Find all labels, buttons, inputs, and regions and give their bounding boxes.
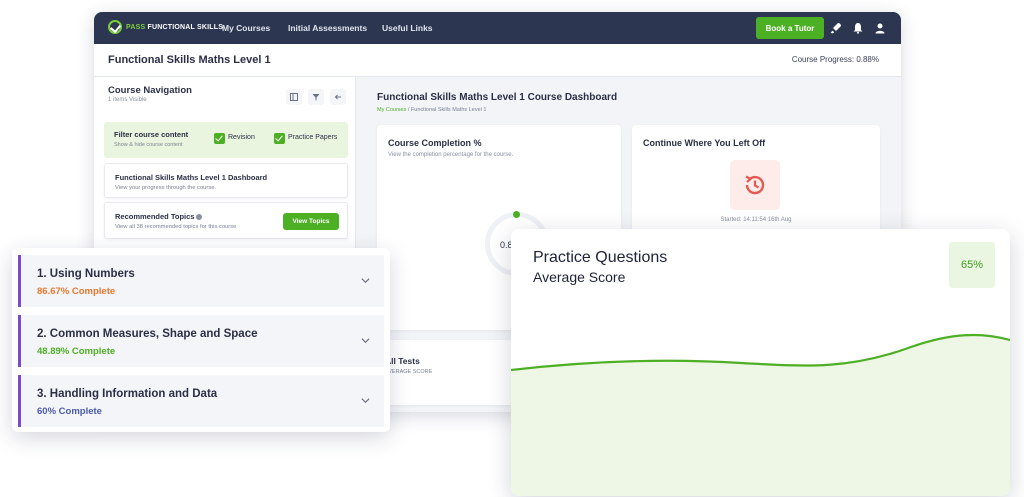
topic-common-measures[interactable]: 2. Common Measures, Shape and Space 48.8… (18, 315, 384, 367)
logo-text: PASS FUNCTIONAL SKILLS (126, 23, 224, 31)
filter-course-content: Filter course content Show & hide course… (104, 122, 348, 158)
practice-papers-checkbox[interactable] (274, 133, 285, 144)
layout-toggle-button[interactable] (286, 89, 302, 105)
all-tests-title: All Tests (385, 356, 420, 366)
rocket-icon[interactable] (830, 22, 842, 34)
bell-icon[interactable] (852, 22, 864, 34)
nav-link-my-courses[interactable]: My Courses (222, 23, 270, 33)
topic-handling-information[interactable]: 3. Handling Information and Data 60% Com… (18, 375, 384, 427)
topic-title: 2. Common Measures, Shape and Space (37, 328, 258, 340)
filter-icon (312, 94, 320, 101)
recommended-topics-title: Recommended Topics (115, 212, 203, 221)
sidebar-subtitle: 1 items Visible (108, 97, 147, 103)
history-icon (745, 175, 765, 195)
continue-title: Continue Where You Left Off (643, 138, 766, 148)
continue-panel[interactable]: Continue Where You Left Off Started: 14:… (632, 125, 880, 235)
topics-list: 1. Using Numbers 86.67% Complete 2. Comm… (12, 248, 390, 432)
view-topics-button[interactable]: View Topics (283, 213, 339, 230)
chevron-down-icon[interactable] (361, 396, 370, 405)
dashboard-nav-card[interactable]: Functional Skills Maths Level 1 Dashboar… (104, 163, 348, 198)
chevron-down-icon[interactable] (361, 336, 370, 345)
practice-questions-card: Practice Questions Average Score 65% (511, 229, 1010, 496)
history-button[interactable] (730, 160, 780, 210)
all-tests-subtitle: AVERAGE SCORE (385, 369, 433, 375)
course-title: Functional Skills Maths Level 1 (108, 54, 271, 66)
practice-papers-label: Practice Papers (288, 134, 338, 141)
continue-started: Started: 14:11:54 16th Aug (720, 217, 792, 223)
topic-title: 3. Handling Information and Data (37, 388, 218, 400)
course-header: Functional Skills Maths Level 1 Course P… (94, 44, 901, 77)
breadcrumb-my-courses[interactable]: My Courses (377, 107, 406, 113)
filter-subtitle: Show & hide course content (114, 142, 183, 148)
recommended-topics-card: Recommended Topics View all 38 recommend… (104, 202, 348, 239)
info-icon (196, 214, 203, 221)
practice-subtitle: Average Score (533, 269, 626, 285)
breadcrumb: My Courses / Functional Skills Maths Lev… (377, 107, 487, 113)
score-area (511, 334, 1010, 496)
course-progress: Course Progress: 0.88% (791, 55, 879, 64)
completion-ring-progress (513, 211, 520, 218)
completion-subtitle: View the completion percentage for the c… (388, 152, 514, 158)
sidebar-title: Course Navigation (108, 85, 192, 96)
practice-title: Practice Questions (533, 249, 668, 266)
arrow-left-icon (334, 94, 341, 100)
topic-title: 1. Using Numbers (37, 268, 135, 280)
practice-score-badge: 65% (949, 242, 995, 288)
nav-link-useful-links[interactable]: Useful Links (382, 23, 433, 33)
book-tutor-button[interactable]: Book a Tutor (756, 17, 824, 39)
dashboard-card-title: Functional Skills Maths Level 1 Dashboar… (115, 173, 268, 182)
logo[interactable]: PASS FUNCTIONAL SKILLS (108, 20, 223, 34)
top-navbar: PASS FUNCTIONAL SKILLS My Courses Initia… (94, 12, 901, 44)
completion-title: Course Completion % (388, 138, 482, 148)
revision-checkbox[interactable] (214, 133, 225, 144)
dashboard-title: Functional Skills Maths Level 1 Course D… (377, 92, 618, 103)
nav-link-initial-assessments[interactable]: Initial Assessments (288, 23, 367, 33)
dashboard-card-subtitle: View your progress through the course. (115, 185, 217, 191)
revision-label: Revision (228, 134, 255, 141)
collapse-sidebar-button[interactable] (330, 89, 346, 105)
filter-title: Filter course content (114, 130, 189, 139)
filter-button[interactable] (308, 89, 324, 105)
logo-mark-icon (108, 20, 122, 34)
topic-status: 48.89% Complete (37, 346, 116, 357)
topic-status: 86.67% Complete (37, 286, 116, 297)
recommended-topics-subtitle: View all 38 recommended topics for this … (115, 224, 237, 230)
chevron-down-icon[interactable] (361, 276, 370, 285)
user-icon[interactable] (874, 22, 886, 34)
topic-using-numbers[interactable]: 1. Using Numbers 86.67% Complete (18, 255, 384, 307)
layout-icon (290, 93, 298, 101)
topic-status: 60% Complete (37, 406, 102, 417)
